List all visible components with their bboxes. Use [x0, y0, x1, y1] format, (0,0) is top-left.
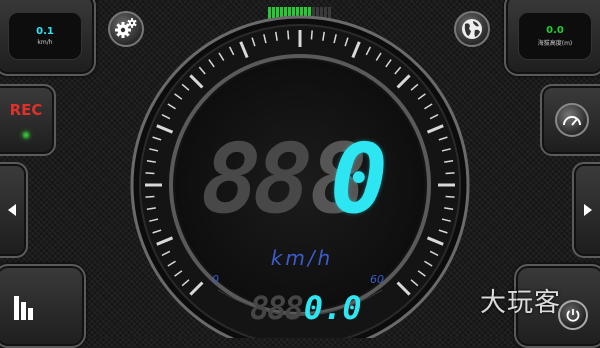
gauge-tick: [145, 195, 155, 198]
gauge-tick: [445, 195, 455, 198]
gauge-tick: [287, 30, 290, 40]
gauge-tick: [445, 172, 455, 175]
speed-value: 0: [330, 123, 388, 235]
gauge-tick: [310, 30, 313, 40]
gauge-tick: [145, 172, 155, 175]
scale-min: 0: [212, 273, 219, 286]
watermark-logo: 大玩客: [480, 288, 562, 318]
scale-max: 60: [370, 273, 384, 286]
speed-display: 88 8 0: [198, 123, 402, 235]
odometer-ghost: 888: [250, 289, 304, 327]
odometer: 888 0.0: [250, 288, 362, 324]
odometer-value: 0.0: [303, 289, 362, 327]
speed-ghost-digits: 88: [198, 123, 310, 235]
speed-unit: km/h: [270, 246, 334, 270]
